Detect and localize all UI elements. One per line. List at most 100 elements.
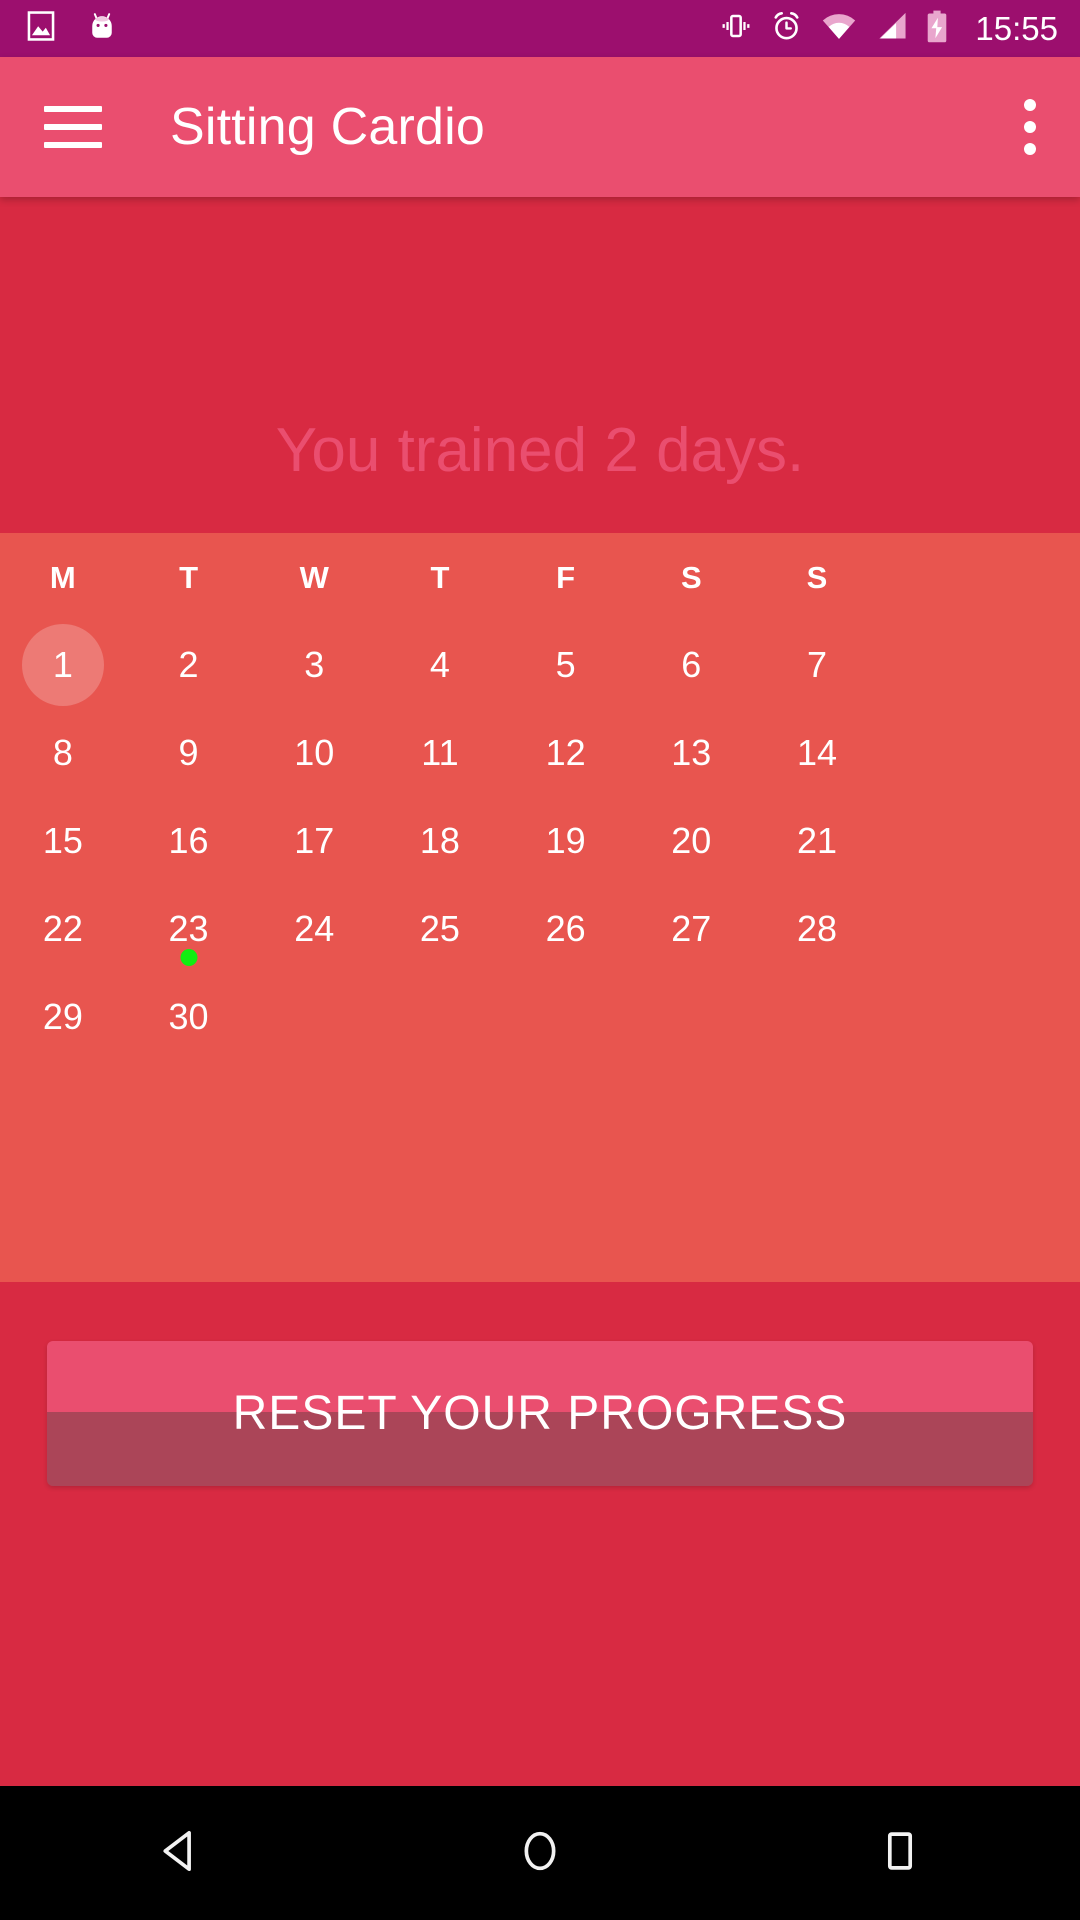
- back-triangle-icon: [154, 1825, 206, 1882]
- screenshot-image-icon: [24, 9, 58, 48]
- calendar-day-cell[interactable]: 28: [754, 885, 880, 973]
- calendar-day-cell[interactable]: 27: [628, 885, 754, 973]
- calendar-day-cell[interactable]: 10: [251, 709, 377, 797]
- calendar-day-cell[interactable]: 1: [0, 621, 126, 709]
- battery-charging-icon: [925, 10, 949, 48]
- calendar-day-cell[interactable]: 21: [754, 797, 880, 885]
- calendar-weekday-label: T: [179, 559, 198, 595]
- calendar-day-cell[interactable]: 7: [754, 621, 880, 709]
- calendar-weekday-label: F: [556, 559, 576, 595]
- calendar-day-number: 15: [42, 820, 83, 861]
- hamburger-menu-icon[interactable]: [44, 106, 102, 148]
- calendar-day-number: 21: [796, 820, 837, 861]
- hero-section: You trained 2 days. April: [0, 197, 1080, 601]
- calendar-day-number: 20: [671, 820, 712, 861]
- calendar-day-cell[interactable]: 14: [754, 709, 880, 797]
- calendar-day-cell[interactable]: 6: [628, 621, 754, 709]
- calendar-weekday-header-2: W: [251, 533, 377, 621]
- calendar-weekday-header-0: M: [0, 533, 126, 621]
- calendar-day-cell[interactable]: 30: [126, 973, 252, 1061]
- calendar-week-row: 8 9 10 11 12 13 14: [0, 709, 1080, 797]
- calendar-section: MTWTFSS 1 2 3 4 5 6 7 8 9 10 11 12 13 14 15 16 17 18 19 20 2…: [0, 533, 1080, 1282]
- status-bar: 15:55: [0, 0, 1080, 57]
- calendar-day-number: 5: [555, 644, 576, 685]
- calendar-day-number: 27: [671, 908, 712, 949]
- calendar-day-cell[interactable]: 22: [0, 885, 126, 973]
- calendar-day-cell[interactable]: 5: [503, 621, 629, 709]
- alarm-icon: [770, 10, 803, 48]
- calendar-day-number: 28: [796, 908, 837, 949]
- nav-recents-button[interactable]: [825, 1786, 975, 1920]
- calendar-week-row: 1 2 3 4 5 6 7: [0, 621, 1080, 709]
- app-bar: Sitting Cardio: [0, 57, 1080, 197]
- calendar-day-number: 7: [806, 644, 827, 685]
- calendar-empty-cell: [503, 973, 629, 1061]
- cellular-signal-icon: [875, 11, 907, 46]
- calendar-day-cell[interactable]: 13: [628, 709, 754, 797]
- calendar-day-number: 14: [796, 732, 837, 773]
- calendar-day-cell[interactable]: 3: [251, 621, 377, 709]
- calendar-day-number: 17: [294, 820, 335, 861]
- page-title: Sitting Cardio: [170, 98, 485, 156]
- calendar-day-cell[interactable]: 29: [0, 973, 126, 1061]
- reset-progress-button-label: RESET YOUR PROGRESS: [232, 1387, 848, 1440]
- calendar-day-cell[interactable]: 18: [377, 797, 503, 885]
- calendar-day-cell[interactable]: 25: [377, 885, 503, 973]
- calendar-day-cell[interactable]: 26: [503, 885, 629, 973]
- calendar-day-cell[interactable]: 9: [126, 709, 252, 797]
- hamburger-bar-2: [44, 124, 102, 130]
- overflow-dot-1: [1024, 99, 1036, 111]
- calendar-day-cell[interactable]: 24: [251, 885, 377, 973]
- android-mascot-icon: [84, 8, 120, 49]
- recents-square-icon: [874, 1825, 926, 1882]
- calendar-day-number: 18: [419, 820, 460, 861]
- calendar-day-cell[interactable]: 16: [126, 797, 252, 885]
- calendar-day-number: 12: [545, 732, 586, 773]
- nav-back-button[interactable]: [105, 1786, 255, 1920]
- calendar-day-number: 29: [42, 996, 83, 1037]
- calendar-weekday-label: S: [806, 559, 828, 595]
- calendar-weekday-label: M: [49, 559, 76, 595]
- calendar-day-number: 25: [419, 908, 460, 949]
- calendar-empty-cell: [628, 973, 754, 1061]
- calendar-empty-cell: [377, 973, 503, 1061]
- status-bar-right-icons: 15:55: [720, 10, 1080, 48]
- calendar-day-cell[interactable]: 12: [503, 709, 629, 797]
- nav-home-button[interactable]: [465, 1786, 615, 1920]
- calendar-day-cell[interactable]: 20: [628, 797, 754, 885]
- overflow-dot-2: [1024, 121, 1036, 133]
- status-bar-clock: 15:55: [975, 10, 1058, 47]
- calendar-day-cell[interactable]: 23: [126, 885, 252, 973]
- vibrate-icon: [720, 10, 752, 47]
- calendar-day-cell[interactable]: 4: [377, 621, 503, 709]
- hamburger-bar-1: [44, 106, 102, 112]
- calendar-day-number: 11: [421, 732, 459, 773]
- calendar-empty-cell: [754, 973, 880, 1061]
- calendar-day-number: 30: [168, 996, 209, 1037]
- calendar-weekday-header-6: S: [754, 533, 880, 621]
- calendar-day-cell[interactable]: 8: [0, 709, 126, 797]
- calendar-day-cell[interactable]: 15: [0, 797, 126, 885]
- calendar-empty-cell: [251, 973, 377, 1061]
- calendar-day-number: 9: [178, 732, 199, 773]
- calendar-day-number: 6: [681, 644, 702, 685]
- reset-progress-button[interactable]: RESET YOUR PROGRESS: [47, 1341, 1033, 1486]
- overflow-menu-icon[interactable]: [1024, 99, 1036, 155]
- calendar-day-cell[interactable]: 11: [377, 709, 503, 797]
- calendar-day-number: 24: [294, 908, 335, 949]
- calendar-day-cell[interactable]: 17: [251, 797, 377, 885]
- calendar-day-number: 1: [52, 644, 73, 685]
- calendar-weekday-label: S: [680, 559, 702, 595]
- status-bar-left-icons: [0, 8, 120, 49]
- calendar-weekday-label: T: [430, 559, 450, 595]
- calendar-grid: MTWTFSS 1 2 3 4 5 6 7 8 9 10 11 12 13 14 15 16 17 18 19 20 2…: [0, 533, 1080, 1061]
- calendar-week-row: 15 16 17 18 19 20 21: [0, 797, 1080, 885]
- calendar-day-cell[interactable]: 19: [503, 797, 629, 885]
- hamburger-bar-3: [44, 142, 102, 148]
- calendar-day-cell[interactable]: 2: [126, 621, 252, 709]
- calendar-weekday-header-4: F: [503, 533, 629, 621]
- calendar-day-number: 3: [304, 644, 325, 685]
- calendar-day-number: 16: [168, 820, 209, 861]
- calendar-day-number: 23: [168, 908, 209, 949]
- calendar-day-number: 8: [52, 732, 73, 773]
